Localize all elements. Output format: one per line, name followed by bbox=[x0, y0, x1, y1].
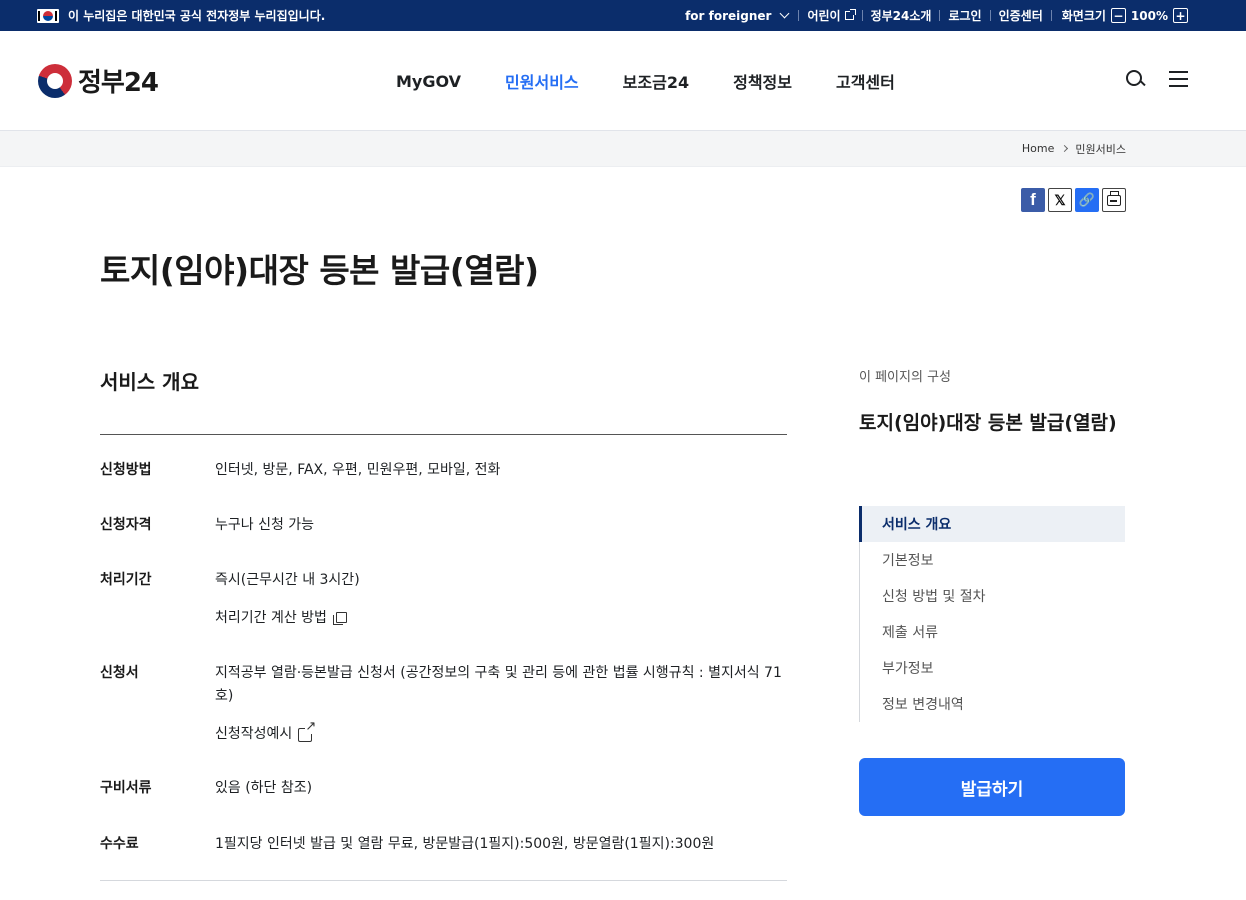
overview-row-method: 신청방법 인터넷, 방문, FAX, 우편, 민원우편, 모바일, 전화 bbox=[100, 459, 787, 482]
row-label: 신청서 bbox=[100, 665, 139, 681]
section-title: 서비스 개요 bbox=[100, 366, 787, 435]
row-value: 지적공부 열람·등본발급 신청서 (공간정보의 구축 및 관리 등에 관한 법률… bbox=[215, 665, 782, 704]
print-button[interactable] bbox=[1102, 188, 1126, 212]
korean-flag-icon bbox=[37, 8, 59, 23]
breadcrumb-home[interactable]: Home bbox=[1022, 142, 1054, 155]
overview-row-application-form: 신청서 지적공부 열람·등본발급 신청서 (공간정보의 구축 및 관리 등에 관… bbox=[100, 662, 787, 746]
share-toolbar: f 𝕏 🔗 bbox=[1021, 188, 1126, 212]
toc-item-additional-info[interactable]: 부가정보 bbox=[860, 650, 1125, 686]
row-value: 있음 (하단 참조) bbox=[215, 780, 313, 796]
logo-text: 정부24 bbox=[78, 68, 159, 98]
zoom-out-button[interactable]: − bbox=[1110, 8, 1126, 23]
main-navigation: MyGOV 민원서비스 보조금24 정책정보 고객센터 bbox=[374, 31, 917, 131]
toc-item-basic-info[interactable]: 기본정보 bbox=[860, 542, 1125, 578]
zoom-value: 100% bbox=[1130, 8, 1168, 23]
screen-size-label: 화면크기 bbox=[1061, 9, 1106, 23]
toc-item-documents[interactable]: 제출 서류 bbox=[860, 614, 1125, 650]
breadcrumb: Home 민원서비스 bbox=[0, 131, 1246, 167]
section-divider bbox=[100, 880, 787, 881]
row-label: 처리기간 bbox=[100, 572, 152, 588]
print-icon bbox=[1107, 190, 1121, 206]
link-label: 신청작성예시 bbox=[215, 726, 293, 742]
overview-row-documents: 구비서류 있음 (하단 참조) bbox=[100, 777, 787, 800]
sidebar-label: 이 페이지의 구성 bbox=[859, 370, 951, 385]
header-actions bbox=[1125, 69, 1188, 89]
kids-label: 어린이 bbox=[807, 9, 841, 23]
row-label: 신청자격 bbox=[100, 517, 152, 533]
gov24-logo[interactable]: 정부24 bbox=[38, 62, 159, 99]
zoom-in-button[interactable]: + bbox=[1173, 8, 1188, 23]
taegeuk-logo-icon bbox=[38, 63, 72, 98]
toc-item-service-overview[interactable]: 서비스 개요 bbox=[859, 506, 1125, 542]
overview-row-eligibility: 신청자격 누구나 신청 가능 bbox=[100, 514, 787, 537]
facebook-share-icon[interactable]: f bbox=[1021, 188, 1045, 212]
popup-icon bbox=[332, 612, 347, 625]
row-value: 즉시(근무시간 내 3시간) bbox=[215, 572, 360, 588]
overview-row-fee: 수수료 1필지당 인터넷 발급 및 열람 무료, 방문발급(1필지):500원,… bbox=[100, 833, 787, 856]
chevron-right-icon bbox=[1061, 144, 1069, 153]
row-value-group: 즉시(근무시간 내 3시간) 처리기간 계산 방법 bbox=[215, 569, 787, 630]
sidebar-title: 토지(임야)대장 등본 발급(열람) bbox=[859, 412, 1117, 434]
service-overview: 서비스 개요 신청방법 인터넷, 방문, FAX, 우편, 민원우편, 모바일,… bbox=[100, 366, 787, 881]
nav-mygov[interactable]: MyGOV bbox=[374, 72, 483, 91]
about-link[interactable]: 정부24소개 bbox=[863, 7, 940, 24]
row-label: 수수료 bbox=[100, 836, 139, 852]
external-link-icon bbox=[298, 719, 317, 742]
foreigner-link[interactable]: for foreigner bbox=[677, 9, 798, 23]
link-label: 처리기간 계산 방법 bbox=[215, 610, 327, 626]
utility-links: for foreigner 어린이 정부24소개 로그인 인증센터 화면크기 −… bbox=[677, 7, 1188, 24]
nav-civil-service[interactable]: 민원서비스 bbox=[483, 69, 601, 93]
table-of-contents: 서비스 개요 기본정보 신청 방법 및 절차 제출 서류 부가정보 정보 변경내… bbox=[859, 506, 1125, 722]
gov-notice: 이 누리집은 대한민국 공식 전자정부 누리집입니다. bbox=[37, 7, 325, 24]
search-icon[interactable] bbox=[1125, 69, 1145, 89]
breadcrumb-current[interactable]: 민원서비스 bbox=[1075, 141, 1126, 157]
nav-subsidy24[interactable]: 보조금24 bbox=[601, 69, 711, 93]
processing-time-calc-link[interactable]: 처리기간 계산 방법 bbox=[215, 607, 787, 630]
page-title: 토지(임야)대장 등본 발급(열람) bbox=[100, 251, 539, 290]
row-value: 누구나 신청 가능 bbox=[215, 517, 315, 533]
row-label: 신청방법 bbox=[100, 462, 152, 478]
row-label: 구비서류 bbox=[100, 780, 152, 796]
external-link-icon bbox=[844, 9, 856, 20]
nav-policy-info[interactable]: 정책정보 bbox=[711, 69, 814, 93]
nav-customer-center[interactable]: 고객센터 bbox=[814, 69, 917, 93]
site-header: 정부24 MyGOV 민원서비스 보조금24 정책정보 고객센터 bbox=[0, 31, 1246, 131]
login-link[interactable]: 로그인 bbox=[940, 7, 989, 24]
row-value-group: 지적공부 열람·등본발급 신청서 (공간정보의 구축 및 관리 등에 관한 법률… bbox=[215, 662, 787, 746]
page-structure-sidebar: 이 페이지의 구성 토지(임야)대장 등본 발급(열람) 서비스 개요 기본정보… bbox=[859, 366, 1125, 816]
x-share-icon[interactable]: 𝕏 bbox=[1048, 188, 1072, 212]
hamburger-menu-icon[interactable] bbox=[1169, 71, 1188, 87]
certificate-center-link[interactable]: 인증센터 bbox=[991, 7, 1051, 24]
form-example-link[interactable]: 신청작성예시 bbox=[215, 719, 787, 746]
row-value: 1필지당 인터넷 발급 및 열람 무료, 방문발급(1필지):500원, 방문열… bbox=[215, 836, 715, 852]
screen-size-control: 화면크기 − 100% + bbox=[1052, 7, 1188, 24]
toc-item-procedure[interactable]: 신청 방법 및 절차 bbox=[860, 578, 1125, 614]
gov-banner: 이 누리집은 대한민국 공식 전자정부 누리집입니다. for foreigne… bbox=[0, 0, 1246, 31]
toc-item-change-history[interactable]: 정보 변경내역 bbox=[860, 686, 1125, 722]
row-value: 인터넷, 방문, FAX, 우편, 민원우편, 모바일, 전화 bbox=[215, 462, 501, 478]
gov-notice-text: 이 누리집은 대한민국 공식 전자정부 누리집입니다. bbox=[68, 9, 326, 23]
overview-row-processing-time: 처리기간 즉시(근무시간 내 3시간) 처리기간 계산 방법 bbox=[100, 569, 787, 630]
kids-link[interactable]: 어린이 bbox=[799, 7, 861, 24]
foreigner-label: for foreigner bbox=[685, 8, 772, 23]
chevron-down-icon bbox=[780, 8, 790, 19]
copy-link-icon[interactable]: 🔗 bbox=[1075, 188, 1099, 212]
issue-button[interactable]: 발급하기 bbox=[859, 758, 1125, 816]
